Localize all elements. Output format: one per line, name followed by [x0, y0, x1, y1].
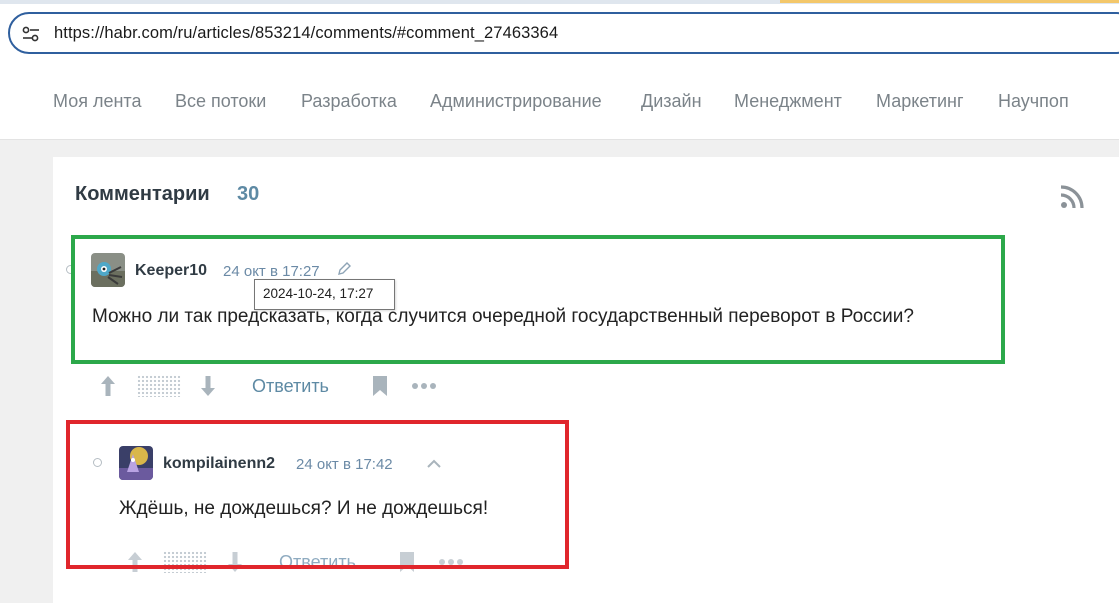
- hub-navigation: Моя лента Все потоки Разработка Админист…: [0, 62, 1119, 140]
- nav-item-design[interactable]: Дизайн: [641, 91, 702, 112]
- vote-up-icon[interactable]: [99, 374, 117, 398]
- rss-icon[interactable]: [1060, 184, 1085, 209]
- bookmark-icon[interactable]: [371, 375, 389, 397]
- comments-count: 30: [237, 183, 260, 205]
- nav-item-my-feed[interactable]: Моя лента: [53, 91, 141, 112]
- url-text[interactable]: https://habr.com/ru/articles/853214/comm…: [54, 24, 558, 43]
- vote-down-icon[interactable]: [199, 374, 217, 398]
- site-settings-icon[interactable]: [22, 26, 40, 42]
- nav-item-all-streams[interactable]: Все потоки: [175, 91, 266, 112]
- reply-button[interactable]: Ответить: [252, 376, 329, 397]
- address-bar[interactable]: https://habr.com/ru/articles/853214/comm…: [8, 12, 1119, 54]
- comments-title: Комментарии: [75, 183, 210, 205]
- highlight-box-red: [66, 420, 569, 569]
- highlight-box-green: [71, 235, 1005, 364]
- tab-strip-accent: [780, 0, 1119, 3]
- nav-item-development[interactable]: Разработка: [301, 91, 397, 112]
- vote-score-hidden: [137, 375, 181, 397]
- nav-item-popsci[interactable]: Научпоп: [998, 91, 1069, 112]
- nav-item-administration[interactable]: Администрирование: [430, 91, 602, 112]
- more-options-icon[interactable]: [411, 382, 437, 390]
- nav-item-management[interactable]: Менеджмент: [734, 91, 842, 112]
- nav-item-marketing[interactable]: Маркетинг: [876, 91, 964, 112]
- browser-toolbar: https://habr.com/ru/articles/853214/comm…: [0, 4, 1119, 62]
